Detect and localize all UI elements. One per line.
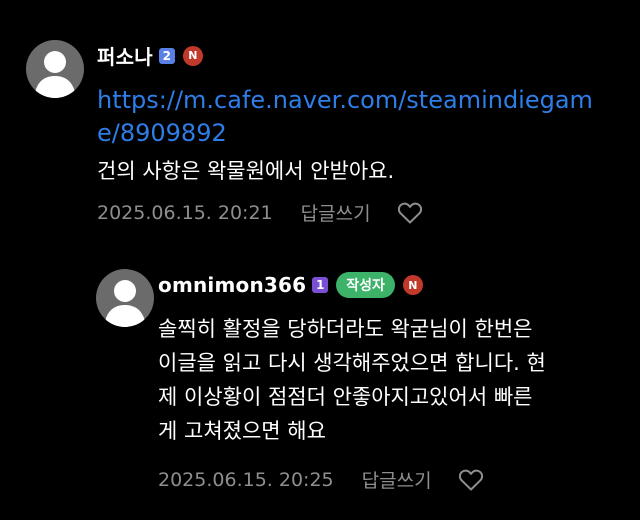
comment-text-line: 제 이상황이 점점더 안좋아지고있어서 빠른 [158,385,533,409]
new-badge: N [182,45,203,66]
comment-author-line: omnimon366 1 작성자 N [158,272,423,298]
member-level-badge: 2 [158,47,175,64]
comment-link[interactable]: https://m.cafe.naver.com/steamindiegame/… [97,84,597,150]
author-name[interactable]: omnimon366 [158,273,306,297]
person-silhouette-icon [34,51,76,98]
heart-outline-icon[interactable] [397,201,423,225]
writer-badge: 작성자 [336,272,395,298]
member-level-badge: 1 [312,277,329,293]
avatar[interactable] [26,40,84,98]
comment-text-line: 솔찍히 활정을 당하더라도 왁굳님이 한번은 [158,317,533,341]
reply-button[interactable]: 답글쓰기 [362,466,432,493]
comment-meta: 2025.06.15. 20:25 답글쓰기 [158,466,484,493]
comment-timestamp: 2025.06.15. 20:25 [158,468,334,491]
comment-text-line: 게 고쳐졌으면 해요 [158,419,326,443]
reply-button[interactable]: 답글쓰기 [301,199,371,226]
new-badge: N [402,275,423,295]
avatar[interactable] [96,269,154,327]
comment-text-line: 이글을 읽고 다시 생각해주었으면 합니다. 현 [158,351,546,375]
comment-text: 건의 사항은 왁물원에서 안받아요. [97,159,395,183]
comment-timestamp: 2025.06.15. 20:21 [97,201,273,224]
reply-comment-item: omnimon366 1 작성자 N 솔찍히 활정을 당하더라도 왁굳님이 한번… [0,240,640,520]
comment-meta: 2025.06.15. 20:21 답글쓰기 [97,199,423,226]
author-name[interactable]: 퍼소나 [97,41,153,70]
comment-item: 퍼소나 2 N https://m.cafe.naver.com/steamin… [0,0,640,240]
comment-author-line: 퍼소나 2 N [97,41,203,70]
person-silhouette-icon [104,280,146,327]
heart-outline-icon[interactable] [458,468,484,492]
